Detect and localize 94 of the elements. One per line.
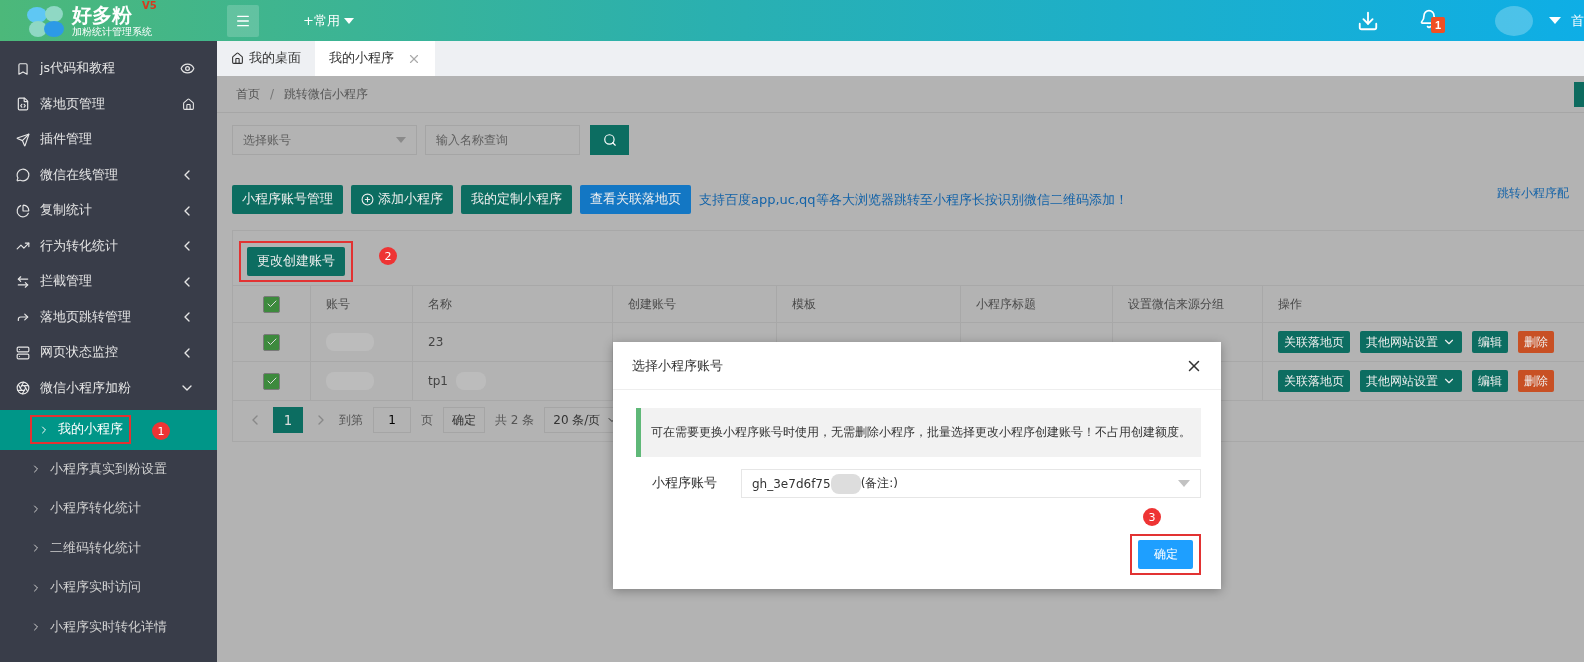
server-icon [16,345,30,360]
toolbar-button[interactable]: 小程序账号管理 [232,185,343,214]
column-header: 账号 [311,286,413,323]
name-search-field[interactable]: 输入名称查询 [425,125,580,155]
notification-badge: 1 [1430,16,1445,33]
chat-bubble-icon [16,168,30,183]
menu-button[interactable] [227,4,259,37]
column-header: 名称 [413,286,613,323]
page-unit: 页 [421,411,433,429]
sidebar-subitem[interactable]: 小程序真实到粉设置 [0,449,217,489]
sidebar-subitem[interactable]: 我的小程序 1 [0,410,217,450]
check-icon [265,375,278,387]
table-cell: tp1 [428,374,448,388]
sidebar-item[interactable]: js代码和教程 [0,51,217,87]
tab[interactable]: 我的桌面 [217,41,315,76]
row-action-button[interactable]: 删除 [1518,370,1554,392]
sidebar-item[interactable]: 微信小程序加粉 [0,370,217,406]
logo-subtitle: 加粉统计管理系统 [72,25,152,38]
sidebar-item[interactable]: 微信在线管理 [0,157,217,193]
logo-name: 好多粉 [72,3,132,26]
field-label: 小程序账号 [651,475,718,492]
dialog-title: 选择小程序账号 [632,356,723,375]
breadcrumb-separator: / [270,87,275,101]
paper-plane-icon [16,132,30,147]
column-header: 模板 [777,286,961,323]
caret-icon [1178,480,1190,487]
search-button[interactable] [590,125,629,155]
sidebar-item[interactable]: 复制统计 [0,193,217,229]
step-number: 3 [1143,508,1161,526]
sidebar-item[interactable]: 落地页跳转管理 [0,299,217,335]
step-number: 1 [152,422,170,440]
document-icon [16,97,30,112]
pie-chart-icon [16,203,30,218]
goto-label: 到第 [339,411,363,429]
row-action-button[interactable]: 编辑 [1472,370,1508,392]
plus-circle-icon [361,193,374,206]
breadcrumb-link[interactable]: 首页 [236,85,260,103]
row-action-button[interactable]: 删除 [1518,331,1554,353]
breadcrumb-link[interactable]: 跳转微信小程序 [284,85,369,103]
sidebar-subitem[interactable]: 小程序实时转化详情 [0,607,217,647]
download-button[interactable] [1356,9,1379,32]
row-action-button[interactable]: 其他网站设置 [1360,331,1462,353]
toolbar-button[interactable]: 我的定制小程序 [461,185,572,214]
logo-version: V5 [142,0,157,11]
search-icon [602,133,617,147]
swap-arrows-icon [16,274,30,289]
column-header: 设置微信来源分组 [1113,286,1263,323]
sidebar-item[interactable]: 落地页管理 [0,86,217,122]
check-icon [265,298,278,310]
sidebar-subitem[interactable]: 小程序转化统计 [0,489,217,529]
aperture-icon [16,381,30,396]
step-number: 2 [379,247,397,265]
row-action-button[interactable]: 编辑 [1472,331,1508,353]
row-action-button[interactable]: 关联落地页 [1278,331,1350,353]
download-icon [1356,9,1379,32]
checkbox[interactable] [263,295,280,313]
column-header: 创建账号 [613,286,777,323]
highlight-frame: 我的小程序 [30,415,131,445]
home-icon[interactable] [182,97,195,111]
toolbar-button[interactable]: 查看关联落地页 [580,185,691,214]
goto-confirm-button[interactable]: 确定 [443,407,485,433]
caret-icon [343,17,354,24]
eye-icon[interactable] [180,61,195,77]
sidebar-subitem[interactable]: 小程序实时访问 [0,568,217,608]
sidebar-item[interactable]: 插件管理 [0,122,217,158]
avatar [1495,5,1533,36]
page-input[interactable]: 1 [373,407,411,433]
checkbox[interactable] [263,372,280,390]
account-select[interactable]: 选择账号 [232,125,417,155]
sidebar-item[interactable]: 拦截管理 [0,264,217,300]
caret-icon[interactable] [1549,17,1561,24]
tab[interactable]: 我的小程序 [315,41,435,76]
total-count: 共 2 条 [495,411,535,429]
page-button[interactable]: 1 [273,407,303,433]
dialog-notice: 可在需要更换小程序账号时使用，无需删除小程序，批量选择更改小程序创建账号！不占用创建额度。 [636,408,1201,457]
bookmark-icon [16,61,30,76]
sidebar-item[interactable]: 网页状态监控 [0,335,217,371]
column-header: 小程序标题 [961,286,1113,323]
caret-icon [396,137,406,143]
change-account-button[interactable]: 更改创建账号 [247,247,345,276]
check-icon [265,336,278,348]
config-link[interactable]: 跳转小程序配 [1497,185,1569,202]
sidebar-subitem[interactable]: 二维码转化统计 [0,528,217,568]
home-icon [231,52,244,65]
table-cell: 23 [428,335,444,349]
account-select[interactable]: gh_3e7d6f75 (备注:) [741,469,1201,498]
column-header: 操作 [1263,286,1584,323]
row-action-button[interactable]: 关联落地页 [1278,370,1350,392]
row-action-button[interactable]: 其他网站设置 [1360,370,1462,392]
toolbar-button[interactable]: 添加小程序 [351,185,453,214]
notice-link[interactable]: 支持百度app,uc,qq等各大浏览器跳转至小程序长按识别微信二维码添加！ [699,190,1128,209]
notification-button[interactable]: 1 [1418,8,1445,33]
sidebar-item[interactable]: 行为转化统计 [0,228,217,264]
checkbox[interactable] [263,333,280,351]
